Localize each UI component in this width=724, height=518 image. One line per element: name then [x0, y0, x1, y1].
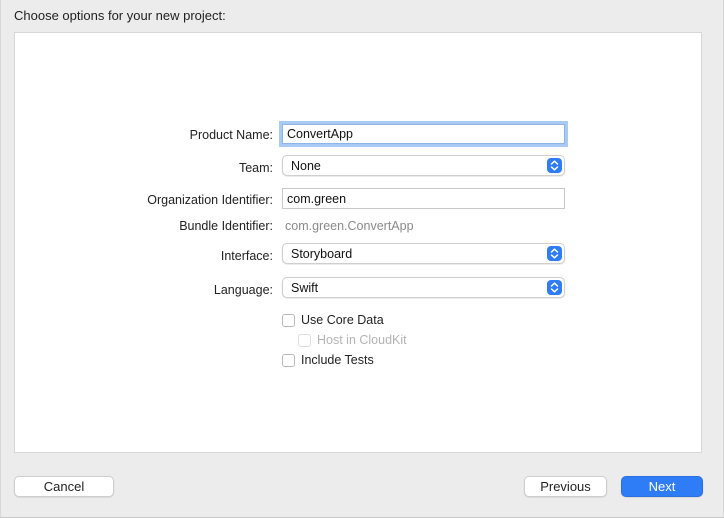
interface-popup[interactable]: Storyboard	[282, 243, 565, 264]
team-popup-value: None	[291, 159, 321, 173]
organization-identifier-label: Organization Identifier:	[147, 193, 273, 207]
host-in-cloudkit-checkbox	[298, 333, 311, 347]
previous-button[interactable]: Previous	[524, 476, 607, 497]
team-label: Team:	[238, 161, 273, 175]
interface-popup-value: Storyboard	[291, 247, 353, 261]
product-name-label: Product Name:	[189, 128, 273, 142]
use-core-data-option[interactable]: Use Core Data	[282, 313, 384, 327]
chevron-up-down-icon	[547, 158, 562, 173]
product-name-field[interactable]	[282, 124, 565, 144]
include-tests-label: Include Tests	[301, 353, 374, 367]
team-popup[interactable]: None	[282, 155, 565, 176]
page-title: Choose options for your new project:	[14, 8, 226, 23]
include-tests-option[interactable]: Include Tests	[282, 353, 374, 367]
bundle-identifier-label: Bundle Identifier:	[179, 219, 273, 233]
language-popup-value: Swift	[291, 281, 319, 295]
host-in-cloudkit-label: Host in CloudKit	[317, 333, 407, 347]
interface-label: Interface:	[220, 249, 273, 263]
organization-identifier-field[interactable]	[282, 188, 565, 209]
next-button[interactable]: Next	[621, 476, 703, 497]
language-label: Language:	[213, 283, 273, 297]
host-in-cloudkit-option: Host in CloudKit	[298, 333, 407, 347]
use-core-data-checkbox[interactable]	[282, 313, 295, 327]
chevron-up-down-icon	[547, 246, 562, 261]
use-core-data-label: Use Core Data	[301, 313, 384, 327]
bundle-identifier-value: com.green.ConvertApp	[285, 219, 414, 233]
language-popup[interactable]: Swift	[282, 277, 565, 298]
cancel-button[interactable]: Cancel	[14, 476, 114, 497]
chevron-up-down-icon	[547, 280, 562, 295]
include-tests-checkbox[interactable]	[282, 353, 295, 367]
